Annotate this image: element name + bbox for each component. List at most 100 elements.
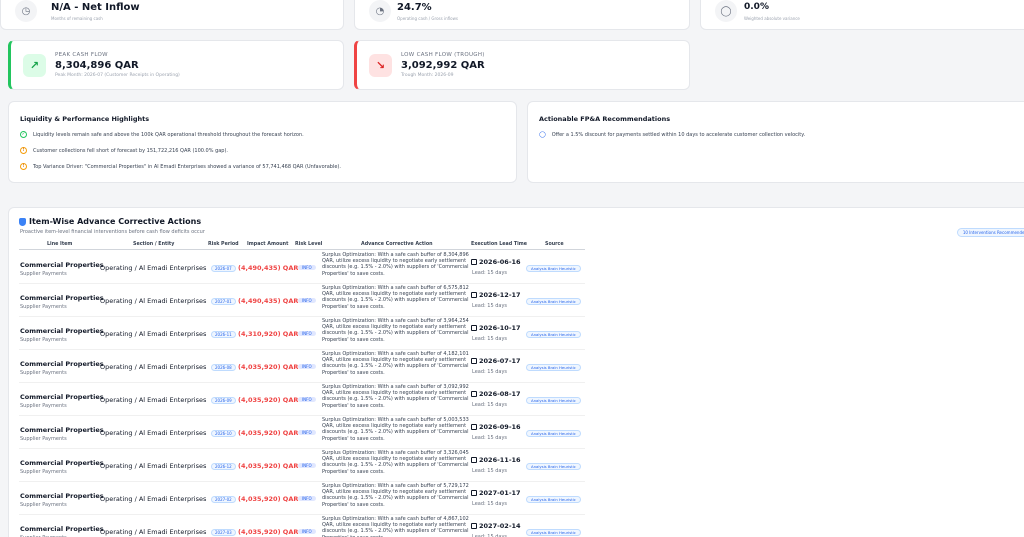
- source-badge: Analysis Brain Heuristic: [526, 430, 581, 437]
- section-entity: Operating / Al Emadi Enterprises: [100, 330, 207, 338]
- col-source: Source: [545, 242, 564, 247]
- execution-date-text: 2026-08-17: [479, 390, 521, 398]
- section-entity: Operating / Al Emadi Enterprises: [100, 363, 207, 371]
- source-badge: Analysis Brain Heuristic: [526, 331, 581, 338]
- source-badge: Analysis Brain Heuristic: [526, 496, 581, 503]
- col-risk-level: Risk Level: [295, 242, 323, 247]
- table-row: Commercial Properties Supplier Payments Op…: [19, 449, 585, 482]
- corrective-action-text: Surplus Optimization: With a safe cash b…: [322, 516, 469, 537]
- line-item-category: Supplier Payments: [20, 370, 67, 376]
- execution-date-text: 2026-12-17: [479, 291, 521, 299]
- highlight-item: ✓ Liquidity levels remain safe and above…: [20, 131, 304, 138]
- corrective-action-text: Surplus Optimization: With a safe cash b…: [322, 384, 469, 409]
- table-row: Commercial Properties Supplier Payments Op…: [19, 416, 585, 449]
- risk-level-badge: INFO: [298, 265, 316, 270]
- section-title-text: Item-Wise Advance Corrective Actions: [29, 217, 202, 226]
- execution-date: 2026-09-16: [471, 423, 521, 431]
- source-badge: Analysis Brain Heuristic: [526, 265, 581, 272]
- section-entity: Operating / Al Emadi Enterprises: [100, 528, 207, 536]
- source-badge: Analysis Brain Heuristic: [526, 529, 581, 536]
- corrective-action-text: Surplus Optimization: With a safe cash b…: [322, 483, 469, 508]
- table-row: Commercial Properties Supplier Payments Op…: [19, 350, 585, 383]
- risk-period-badge: 2026-08: [211, 364, 236, 371]
- risk-period-badge: 2026-07: [211, 265, 236, 272]
- execution-date: 2026-08-17: [471, 390, 521, 398]
- trough-value: 3,092,992 QAR: [401, 60, 485, 71]
- source-badge: Analysis Brain Heuristic: [526, 463, 581, 470]
- calendar-icon: [471, 456, 477, 463]
- recommendation-text: Offer a 1.5% discount for payments settl…: [551, 131, 806, 138]
- corrective-action-text: Surplus Optimization: With a safe cash b…: [322, 417, 469, 442]
- line-item-category: Supplier Payments: [20, 337, 67, 343]
- col-impact-amount: Impact Amount: [247, 242, 289, 247]
- risk-level-badge: INFO: [298, 463, 316, 468]
- line-item-name: Commercial Properties: [20, 459, 104, 467]
- impact-amount: (4,310,920) QAR: [238, 330, 299, 338]
- lightbulb-icon: ◯: [539, 131, 546, 138]
- section-subtitle: Proactive item-level financial intervent…: [20, 229, 205, 235]
- col-risk-period: Risk Period: [208, 242, 239, 247]
- execution-date: 2026-10-17: [471, 324, 521, 332]
- lead-time: Lead: 15 days: [472, 468, 508, 474]
- lead-time: Lead: 15 days: [472, 435, 508, 441]
- recommendations-card: Actionable FP&A Recommendations ◯ Offer …: [527, 101, 1024, 183]
- highlight-item: ! Customer collections fell short of for…: [20, 147, 228, 154]
- impact-amount: (4,035,920) QAR: [238, 528, 299, 536]
- risk-period-badge: 2027-03: [211, 529, 236, 536]
- highlight-text: Top Variance Driver: "Commercial Propert…: [33, 163, 341, 170]
- line-item-name: Commercial Properties: [20, 294, 104, 302]
- kpi-card-runway: ◷ N/A - Net Inflow Months of remaining c…: [0, 0, 344, 30]
- trough-note: Trough Month: 2026-09: [401, 73, 454, 78]
- line-item-name: Commercial Properties: [20, 360, 104, 368]
- section-entity: Operating / Al Emadi Enterprises: [100, 495, 207, 503]
- shield-icon: [19, 217, 26, 226]
- col-execution-lead-time: Execution Lead Time: [471, 242, 528, 247]
- impact-amount: (4,035,920) QAR: [238, 429, 299, 437]
- risk-level-badge: INFO: [298, 397, 316, 402]
- risk-level-badge: INFO: [298, 496, 316, 501]
- item-wise-actions-section: Item-Wise Advance Corrective Actions Pro…: [8, 207, 1024, 537]
- dashboard-page: ◷ N/A - Net Inflow Months of remaining c…: [0, 0, 1024, 537]
- col-corrective-action: Advance Corrective Action: [361, 242, 433, 247]
- line-item-name: Commercial Properties: [20, 393, 104, 401]
- calendar-icon: [471, 258, 477, 265]
- section-entity: Operating / Al Emadi Enterprises: [100, 396, 207, 404]
- calendar-icon: [471, 489, 477, 496]
- calendar-icon: [471, 390, 477, 397]
- kpi-card-variance: ◯ 0.0% Weighted absolute variance: [700, 0, 1024, 30]
- risk-period-badge: 2027-02: [211, 496, 236, 503]
- risk-period-badge: 2026-11: [211, 331, 236, 338]
- line-item-category: Supplier Payments: [20, 469, 67, 475]
- risk-level-badge: INFO: [298, 430, 316, 435]
- calendar-icon: [471, 423, 477, 430]
- execution-date: 2026-12-17: [471, 291, 521, 299]
- execution-date-text: 2026-11-16: [479, 456, 521, 464]
- execution-date: 2026-06-16: [471, 258, 521, 266]
- kpi-value: 0.0%: [744, 2, 769, 12]
- lead-time: Lead: 15 days: [472, 270, 508, 276]
- kpi-subtext: Weighted absolute variance: [744, 16, 800, 21]
- execution-date-text: 2026-06-16: [479, 258, 521, 266]
- execution-date-text: 2027-01-17: [479, 489, 521, 497]
- risk-period-badge: 2026-12: [211, 463, 236, 470]
- execution-date-text: 2027-02-14: [479, 522, 521, 530]
- lead-time: Lead: 15 days: [472, 336, 508, 342]
- execution-date-text: 2026-09-16: [479, 423, 521, 431]
- table-row: Commercial Properties Supplier Payments Op…: [19, 317, 585, 350]
- lead-time: Lead: 15 days: [472, 303, 508, 309]
- execution-date-text: 2026-10-17: [479, 324, 521, 332]
- recommendations-title: Actionable FP&A Recommendations: [539, 115, 671, 123]
- col-section-entity: Section / Entity: [133, 242, 175, 247]
- line-item-name: Commercial Properties: [20, 426, 104, 434]
- kpi-card-ratio: ◔ 24.7% Operating cash / Gross inflows: [354, 0, 690, 30]
- highlight-item: ! Top Variance Driver: "Commercial Prope…: [20, 163, 341, 170]
- risk-level-badge: INFO: [298, 529, 316, 534]
- calendar-icon: [471, 357, 477, 364]
- section-entity: Operating / Al Emadi Enterprises: [100, 429, 207, 437]
- liquidity-highlights-card: Liquidity & Performance Highlights ✓ Liq…: [8, 101, 517, 183]
- line-item-category: Supplier Payments: [20, 271, 67, 277]
- impact-amount: (4,035,920) QAR: [238, 495, 299, 503]
- peak-value: 8,304,896 QAR: [55, 60, 139, 71]
- peak-cash-flow-card: ↗ PEAK CASH FLOW 8,304,896 QAR Peak Mont…: [8, 40, 344, 90]
- col-line-item: Line Item: [47, 242, 73, 247]
